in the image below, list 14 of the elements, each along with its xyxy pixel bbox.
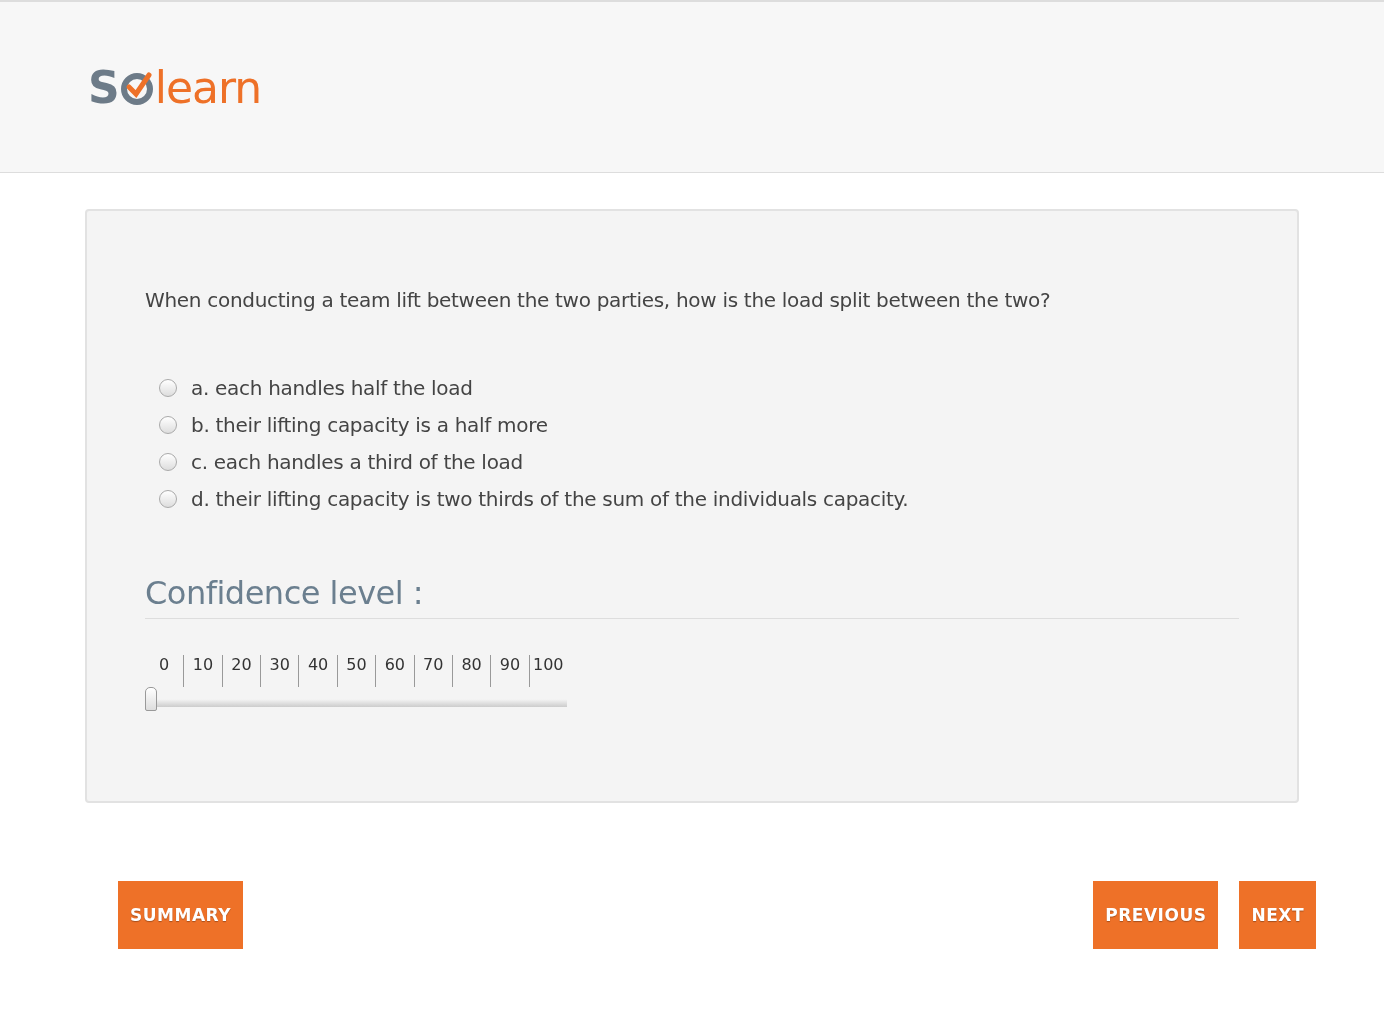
radio-button[interactable] [159, 379, 177, 397]
answer-option[interactable]: b. their lifting capacity is a half more [159, 410, 1239, 440]
confidence-heading: Confidence level : [145, 574, 1239, 619]
answer-option[interactable]: d. their lifting capacity is two thirds of the sum of the individuals capacity. [159, 484, 1239, 514]
radio-button[interactable] [159, 416, 177, 434]
answer-option[interactable]: a. each handles half the load [159, 373, 1239, 403]
logo: S learn [88, 61, 262, 113]
tick-label: 0 [158, 655, 171, 676]
radio-button[interactable] [159, 490, 177, 508]
question-text: When conducting a team lift between the two parties, how is the load split between the two? [145, 287, 1052, 314]
answer-option[interactable]: c. each handles a third of the load [159, 447, 1239, 477]
check-circle-icon [118, 69, 155, 105]
slider-thumb[interactable] [145, 687, 157, 711]
radio-button[interactable] [159, 453, 177, 471]
